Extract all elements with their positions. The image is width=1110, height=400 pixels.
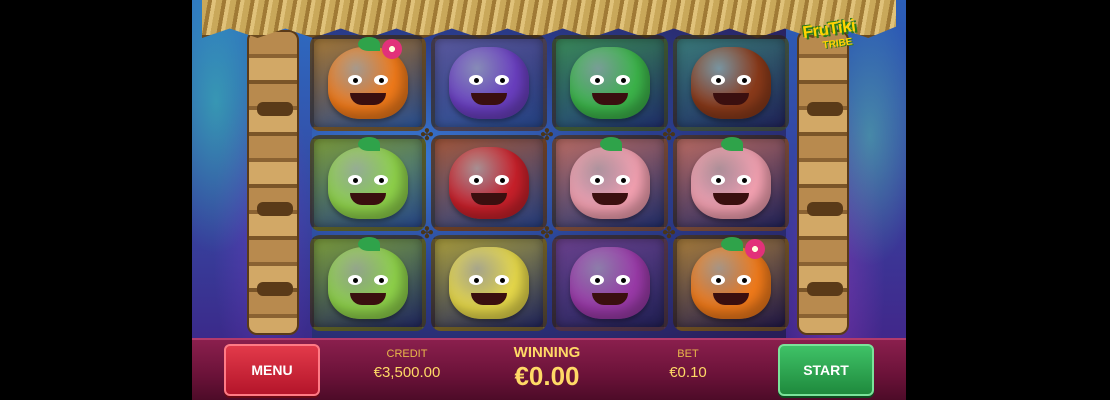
reel-cell xyxy=(552,235,668,331)
credit-value: €3,500.00 xyxy=(373,364,441,381)
reel-cell xyxy=(552,135,668,231)
reel-grid xyxy=(310,35,790,331)
reel-cell xyxy=(431,135,547,231)
winning-display: WINNING €0.00 xyxy=(492,344,602,392)
credit-display: CREDIT €3,500.00 xyxy=(352,348,462,381)
reel-cell xyxy=(673,135,789,231)
totem-pole-right xyxy=(797,30,849,335)
pink-dragonfruit-icon xyxy=(691,137,771,219)
menu-button[interactable]: MENU xyxy=(224,344,320,396)
green-chomper-icon xyxy=(570,47,650,119)
green-skull-icon xyxy=(328,137,408,219)
start-button[interactable]: START xyxy=(778,344,874,396)
clover-decoration-icon: ✤ xyxy=(662,225,676,242)
reel-cell xyxy=(431,35,547,131)
coconut-monster-icon xyxy=(691,47,771,119)
reel-cell xyxy=(431,235,547,331)
green-skull-icon xyxy=(328,237,408,319)
pink-dragonfruit-icon xyxy=(570,137,650,219)
yellow-fish-icon xyxy=(449,247,529,319)
credit-label: CREDIT xyxy=(386,348,428,360)
reel-cell xyxy=(310,35,426,131)
reel-cell xyxy=(552,35,668,131)
clover-decoration-icon: ✤ xyxy=(540,127,554,144)
totem-pole-left xyxy=(247,30,299,335)
bet-display[interactable]: BET €0.10 xyxy=(638,348,738,381)
clover-decoration-icon: ✤ xyxy=(420,127,434,144)
reel-cell xyxy=(673,235,789,331)
game-stage: FruTiki TRIBE ✤ ✤ ✤ ✤ ✤ ✤ MENU CREDIT €3… xyxy=(192,0,906,400)
orange-flower-icon xyxy=(691,237,771,319)
clover-decoration-icon: ✤ xyxy=(540,225,554,242)
orange-flower-icon xyxy=(328,37,408,119)
purple-grapes-icon xyxy=(570,247,650,319)
winning-label: WINNING xyxy=(513,344,581,361)
reel-cell xyxy=(310,235,426,331)
red-cherries-icon xyxy=(449,147,529,219)
reel-cell xyxy=(673,35,789,131)
bet-value: €0.10 xyxy=(669,364,707,381)
control-bar: MENU CREDIT €3,500.00 WINNING €0.00 BET … xyxy=(192,338,906,400)
winning-value: €0.00 xyxy=(514,361,580,391)
clover-decoration-icon: ✤ xyxy=(662,127,676,144)
reel-cell xyxy=(310,135,426,231)
purple-mask-icon xyxy=(449,47,529,119)
clover-decoration-icon: ✤ xyxy=(420,225,434,242)
bet-label: BET xyxy=(677,348,699,360)
